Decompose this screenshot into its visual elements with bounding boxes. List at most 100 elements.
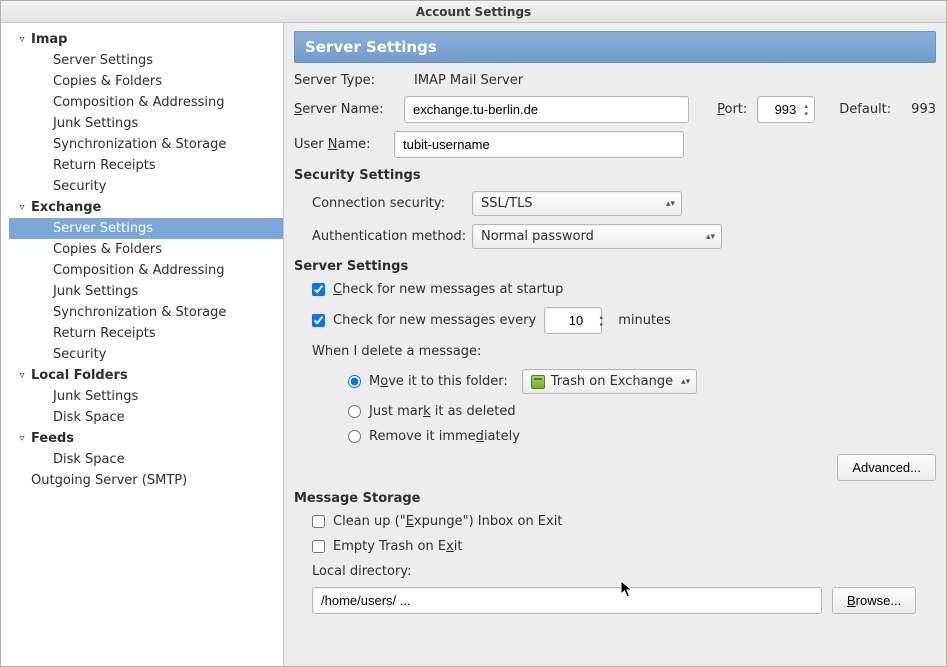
auth-method-row: Authentication method: Normal password ▴… [312, 224, 936, 249]
local-directory-input[interactable] [312, 587, 822, 614]
user-name-label: User Name: [294, 137, 394, 152]
advanced-button[interactable]: Advanced... [837, 454, 936, 481]
sidebar-item[interactable]: Junk Settings [9, 281, 283, 302]
server-settings-heading: Server Settings [294, 259, 936, 274]
sidebar-item-label: Synchronization & Storage [53, 137, 226, 152]
check-every-suffix: minutes [618, 313, 671, 328]
delete-move-radio[interactable] [348, 375, 361, 388]
account-tree-sidebar[interactable]: ▿ImapServer SettingsCopies & FoldersComp… [1, 23, 284, 666]
sidebar-account-exchange[interactable]: ▿Exchange [9, 197, 283, 218]
expander-icon[interactable]: ▿ [15, 433, 29, 444]
sidebar-outgoing-label: Outgoing Server (SMTP) [31, 473, 187, 488]
server-type-row: Server Type: IMAP Mail Server [294, 73, 936, 88]
port-spinner-buttons[interactable]: ▴▾ [800, 98, 812, 121]
sidebar-item[interactable]: Junk Settings [9, 113, 283, 134]
empty-trash-checkbox[interactable] [312, 540, 325, 553]
port-spinner[interactable]: ▴▾ [757, 96, 815, 123]
chevron-updown-icon: ▴▾ [666, 201, 675, 207]
sidebar-item-label: Return Receipts [53, 158, 156, 173]
connection-security-row: Connection security: SSL/TLS ▴▾ [312, 191, 936, 216]
trash-folder-select[interactable]: Trash on Exchange ▴▾ [522, 369, 697, 394]
delete-remove-radio[interactable] [348, 430, 361, 443]
sidebar-item-label: Server Settings [53, 221, 153, 236]
default-port-value: 993 [911, 102, 936, 117]
server-name-label: Server Name: [294, 102, 394, 117]
check-startup-label: Check for new messages at startup [333, 282, 563, 297]
delete-remove-row: Remove it immediately [348, 429, 936, 444]
check-every-prefix: Check for new messages every [333, 313, 536, 328]
sidebar-item[interactable]: Security [9, 176, 283, 197]
connection-security-label: Connection security: [312, 196, 472, 211]
sidebar-item-label: Copies & Folders [53, 74, 162, 89]
expander-icon[interactable]: ▿ [15, 202, 29, 213]
delete-remove-label: Remove it immediately [369, 429, 520, 444]
window-title: Account Settings [416, 5, 531, 19]
server-type-label: Server Type: [294, 73, 394, 88]
check-startup-row: Check for new messages at startup [312, 282, 936, 297]
window-titlebar: Account Settings [1, 1, 946, 23]
sidebar-item[interactable]: Composition & Addressing [9, 92, 283, 113]
sidebar-item[interactable]: Copies & Folders [9, 71, 283, 92]
check-every-spinner-buttons[interactable]: ▴▾ [595, 309, 607, 332]
user-name-row: User Name: [294, 131, 936, 158]
sidebar-item-label: Disk Space [53, 452, 125, 467]
expander-icon[interactable]: ▿ [15, 34, 29, 45]
delete-mark-label: Just mark it as deleted [369, 404, 516, 419]
sidebar-item[interactable]: Synchronization & Storage [9, 134, 283, 155]
sidebar-item[interactable]: Synchronization & Storage [9, 302, 283, 323]
browse-button[interactable]: Browse... [832, 587, 916, 614]
delete-mark-row: Just mark it as deleted [348, 404, 936, 419]
trash-folder-value: Trash on Exchange [551, 374, 673, 389]
sidebar-item-label: Composition & Addressing [53, 95, 224, 110]
check-every-checkbox[interactable] [312, 314, 325, 327]
delete-move-label: Move it to this folder: [369, 374, 508, 389]
sidebar-item-label: Server Settings [53, 53, 153, 68]
chevron-updown-icon: ▴▾ [706, 234, 715, 240]
cleanup-row: Clean up ("Expunge") Inbox on Exit [312, 514, 936, 529]
sidebar-item-label: Synchronization & Storage [53, 305, 226, 320]
check-every-input[interactable] [544, 307, 602, 334]
sidebar-account-label: Imap [31, 32, 67, 47]
sidebar-item-label: Disk Space [53, 410, 125, 425]
sidebar-account-imap[interactable]: ▿Imap [9, 29, 283, 50]
cleanup-label: Clean up ("Expunge") Inbox on Exit [333, 514, 562, 529]
cleanup-checkbox[interactable] [312, 515, 325, 528]
port-label: Port: [717, 102, 747, 117]
empty-trash-label: Empty Trash on Exit [333, 539, 463, 554]
sidebar-item-label: Junk Settings [53, 284, 138, 299]
auth-method-value: Normal password [481, 229, 594, 244]
sidebar-account-local-folders[interactable]: ▿Local Folders [9, 365, 283, 386]
sidebar-account-feeds[interactable]: ▿Feeds [9, 428, 283, 449]
local-directory-row: Browse... [312, 587, 936, 614]
sidebar-item[interactable]: Server Settings [9, 218, 283, 239]
sidebar-item[interactable]: Disk Space [9, 407, 283, 428]
delete-mark-radio[interactable] [348, 405, 361, 418]
sidebar-item[interactable]: Return Receipts [9, 155, 283, 176]
message-storage-heading: Message Storage [294, 491, 936, 506]
check-startup-checkbox[interactable] [312, 283, 325, 296]
server-name-input[interactable] [404, 96, 689, 123]
settings-panel: Server Settings Server Type: IMAP Mail S… [284, 23, 946, 666]
security-settings-heading: Security Settings [294, 168, 936, 183]
account-settings-window: Account Settings ▿ImapServer SettingsCop… [0, 0, 947, 667]
sidebar-outgoing-server[interactable]: Outgoing Server (SMTP) [9, 470, 283, 491]
trash-folder-icon [531, 375, 545, 389]
check-every-row: Check for new messages every ▴▾ minutes [312, 307, 936, 334]
auth-method-select[interactable]: Normal password ▴▾ [472, 224, 722, 249]
connection-security-select[interactable]: SSL/TLS ▴▾ [472, 191, 682, 216]
server-name-row: Server Name: Port: ▴▾ Default: 993 [294, 96, 936, 123]
sidebar-item[interactable]: Copies & Folders [9, 239, 283, 260]
sidebar-item[interactable]: Security [9, 344, 283, 365]
sidebar-item[interactable]: Disk Space [9, 449, 283, 470]
sidebar-item-label: Copies & Folders [53, 242, 162, 257]
expander-icon[interactable]: ▿ [15, 370, 29, 381]
local-directory-label: Local directory: [312, 564, 936, 579]
sidebar-item[interactable]: Composition & Addressing [9, 260, 283, 281]
sidebar-item[interactable]: Server Settings [9, 50, 283, 71]
sidebar-item[interactable]: Return Receipts [9, 323, 283, 344]
check-every-spinner[interactable]: ▴▾ [544, 307, 610, 334]
empty-trash-row: Empty Trash on Exit [312, 539, 936, 554]
sidebar-item[interactable]: Junk Settings [9, 386, 283, 407]
user-name-input[interactable] [394, 131, 684, 158]
connection-security-value: SSL/TLS [481, 196, 533, 211]
